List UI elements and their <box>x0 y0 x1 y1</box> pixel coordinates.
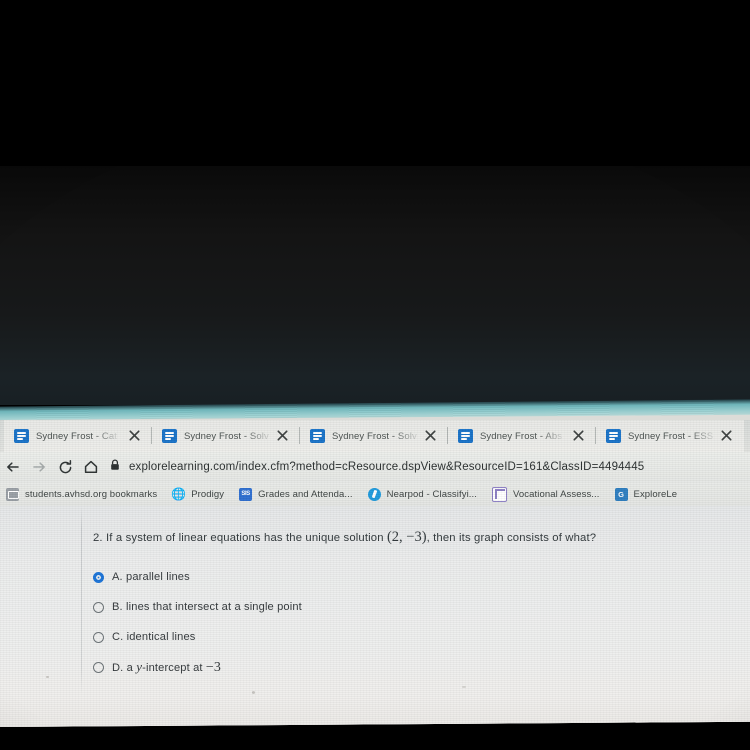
option-a-label: A. parallel lines <box>112 571 190 583</box>
dark-surround-top <box>0 0 750 166</box>
option-b-label: B. lines that intersect at a single poin… <box>112 601 302 613</box>
dust-speck <box>462 686 466 688</box>
document-icon <box>310 429 325 443</box>
question-prefix: 2. If a system of linear equations has t… <box>93 532 387 544</box>
tab-title: Sydney Frost - Cat <box>36 430 117 442</box>
close-icon[interactable] <box>277 430 288 441</box>
bookmark-label: Nearpod - Classifyi... <box>386 488 478 500</box>
browser-window: Sydney Frost - Cat Sydney Frost - Solv S… <box>0 414 750 727</box>
close-icon[interactable] <box>425 430 436 441</box>
bookmark-prodigy[interactable]: 🌐 Prodigy <box>171 486 225 501</box>
tab-title: Sydney Frost - Abs <box>480 430 563 442</box>
close-icon[interactable] <box>573 430 584 441</box>
answer-options: A. parallel lines B. lines that intersec… <box>93 562 750 682</box>
folder-icon <box>6 487 19 501</box>
option-d-post: -intercept at <box>142 661 206 674</box>
screenshot-root: Sydney Frost - Cat Sydney Frost - Solv S… <box>0 0 750 750</box>
bookmark-label: Vocational Assess... <box>513 488 600 500</box>
page-content: 2. If a system of linear equations has t… <box>0 506 750 727</box>
dark-surround-middle <box>0 166 750 405</box>
radio-button-c[interactable] <box>93 631 104 643</box>
explorelearning-icon: G <box>614 487 628 501</box>
option-b[interactable]: B. lines that intersect at a single poin… <box>93 592 750 622</box>
browser-tab-4[interactable]: Sydney Frost - Abs <box>448 420 596 452</box>
question-solution: (2, −3) <box>386 529 427 545</box>
close-icon[interactable] <box>721 430 732 441</box>
bookmark-label: students.avhsd.org bookmarks <box>25 488 158 500</box>
browser-tab-3[interactable]: Sydney Frost - Solv <box>300 420 448 452</box>
radio-button-b[interactable] <box>93 601 104 613</box>
lock-icon <box>110 458 120 476</box>
close-icon[interactable] <box>129 430 140 441</box>
dust-speck <box>252 691 255 694</box>
home-icon[interactable] <box>78 454 104 480</box>
bookmark-grades-attendance[interactable]: SIS Grades and Attenda... <box>239 487 353 501</box>
option-c-label: C. identical lines <box>112 631 196 643</box>
bookmark-students-avhsd[interactable]: students.avhsd.org bookmarks <box>6 487 158 501</box>
forward-arrow-icon[interactable] <box>26 454 52 480</box>
back-arrow-icon[interactable] <box>0 454 26 480</box>
document-icon <box>162 429 177 443</box>
option-d-value: −3 <box>205 659 222 675</box>
bookmark-label: Grades and Attenda... <box>258 488 353 500</box>
bookmark-nearpod[interactable]: Nearpod - Classifyi... <box>367 487 478 501</box>
dark-surround-bottom <box>0 727 750 750</box>
browser-tab-5[interactable]: Sydney Frost - ESS <box>596 420 744 452</box>
browser-tab-2[interactable]: Sydney Frost - Solv <box>152 420 300 452</box>
bookmark-explorelearning[interactable]: G ExploreLe <box>614 487 678 501</box>
question-text: 2. If a system of linear equations has t… <box>93 529 750 546</box>
address-bar[interactable]: explorelearning.com/index.cfm?method=cRe… <box>110 456 750 478</box>
question-suffix: , then its graph consists of what? <box>426 532 597 544</box>
browser-tab-1[interactable]: Sydney Frost - Cat <box>4 420 152 452</box>
bookmark-label: ExploreLe <box>633 488 678 500</box>
option-c[interactable]: C. identical lines <box>93 622 750 652</box>
dust-speck <box>46 676 49 678</box>
radio-button-d[interactable] <box>93 661 104 673</box>
option-a[interactable]: A. parallel lines <box>93 562 750 592</box>
bookmarks-bar: students.avhsd.org bookmarks 🌐 Prodigy S… <box>0 482 750 506</box>
url-text: explorelearning.com/index.cfm?method=cRe… <box>129 461 645 473</box>
grid-icon <box>492 486 508 502</box>
tab-title: Sydney Frost - Solv <box>184 430 269 442</box>
bookmark-label: Prodigy <box>191 488 225 500</box>
tab-strip: Sydney Frost - Cat Sydney Frost - Solv S… <box>0 420 750 452</box>
document-icon <box>606 429 621 443</box>
browser-toolbar: explorelearning.com/index.cfm?method=cRe… <box>0 452 750 482</box>
reload-icon[interactable] <box>52 454 78 480</box>
tab-title: Sydney Frost - ESS <box>628 430 714 442</box>
tab-title: Sydney Frost - Solv <box>332 430 417 442</box>
globe-icon: 🌐 <box>171 486 187 501</box>
option-d-pre: D. a <box>112 661 137 674</box>
sis-icon: SIS <box>239 487 253 501</box>
bookmark-vocational-assess[interactable]: Vocational Assess... <box>492 486 600 502</box>
option-d[interactable]: D. a y-intercept at −3 <box>93 652 750 682</box>
radio-button-a[interactable] <box>93 571 104 583</box>
document-icon <box>458 429 473 443</box>
document-icon <box>14 429 29 443</box>
nearpod-icon <box>367 487 381 501</box>
option-d-label: D. a y-intercept at −3 <box>112 659 221 676</box>
